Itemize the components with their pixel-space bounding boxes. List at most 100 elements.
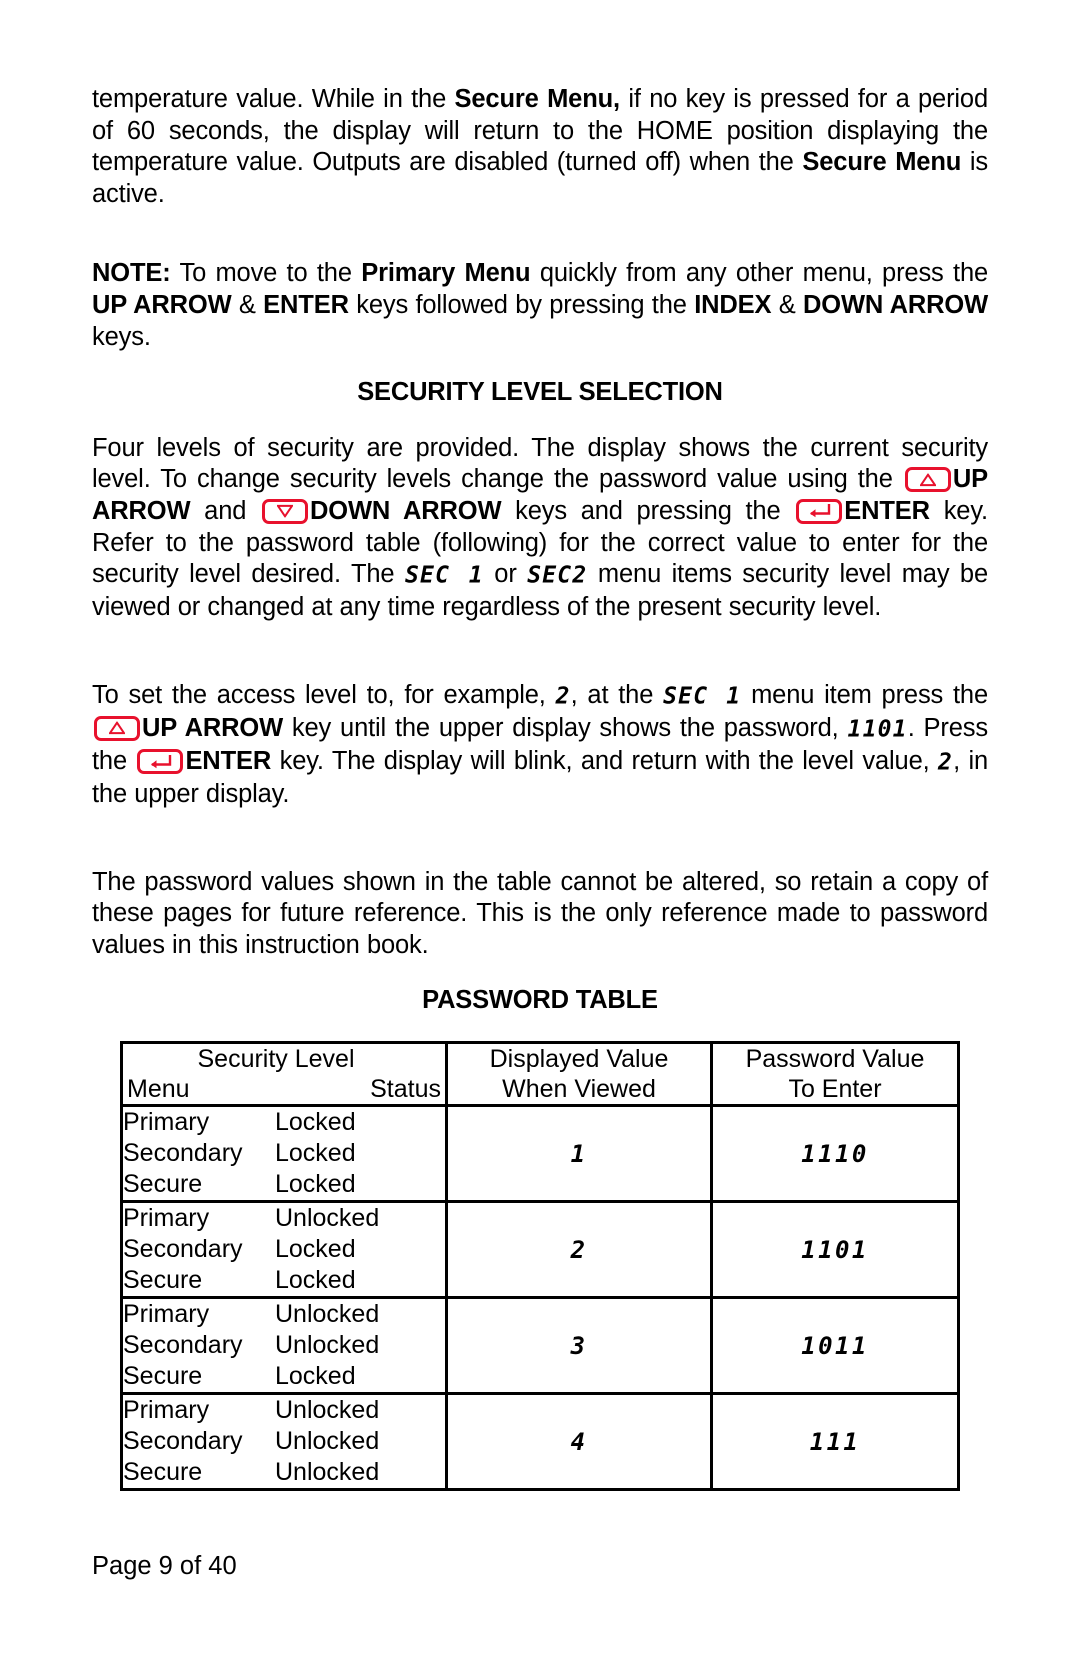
cell-displayed-value: 1 xyxy=(445,1104,713,1204)
table-row: Primary Locked Secondary Locked Secure L… xyxy=(120,1104,960,1204)
status-secure: Unlocked xyxy=(275,1458,380,1487)
header-displayed-value-line1: Displayed Value xyxy=(489,1045,669,1074)
status-row-primary: Primary Locked xyxy=(123,1107,445,1138)
paragraph-security-intro: Four levels of security are provided. Th… xyxy=(92,433,988,624)
password-table-body: Primary Locked Secondary Locked Secure L… xyxy=(120,1104,960,1492)
password-table-head: Security Level Menu Status Displayed Val… xyxy=(120,1041,960,1108)
segment-displayed-value: 4 xyxy=(570,1427,588,1456)
access-level-text-1: To set the access level to, for example, xyxy=(92,680,556,709)
segment-displayed-value: 3 xyxy=(570,1331,588,1360)
note-text-3: & xyxy=(231,290,264,319)
header-password-value-line1: Password Value xyxy=(745,1045,925,1074)
segment-displayed-value: 1 xyxy=(570,1139,588,1168)
segment-value-result-level: 2 xyxy=(938,749,954,776)
note-text-2: quickly from any other menu, press the xyxy=(530,259,989,288)
menu-label-primary: Primary xyxy=(123,1108,210,1137)
note-bold-enter: ENTER xyxy=(263,290,349,319)
status-primary: Locked xyxy=(275,1108,356,1137)
table-row: Primary Unlocked Secondary Locked Secure… xyxy=(120,1200,960,1300)
note-bold-up-arrow: UP ARROW xyxy=(92,290,232,319)
note-bold-index: INDEX xyxy=(694,290,772,319)
access-level-text-2: , at the xyxy=(570,680,664,709)
cell-password-value: 1110 xyxy=(710,1104,960,1204)
paragraph-retain-copy: The password values shown in the table c… xyxy=(92,867,988,959)
note-bold-down-arrow: DOWN ARROW xyxy=(803,290,988,319)
status-row-secure: Secure Locked xyxy=(123,1361,445,1392)
enter-key-icon xyxy=(796,498,843,524)
status-secondary: Unlocked xyxy=(275,1427,380,1456)
segment-password-value: 1011 xyxy=(801,1331,869,1360)
cell-password-value: 1011 xyxy=(710,1296,960,1396)
segment-value-password-1101: 1101 xyxy=(847,716,908,743)
header-security-level-subrow: Menu Status xyxy=(123,1074,445,1104)
menu-label-secure: Secure xyxy=(123,1266,203,1295)
cell-displayed-value: 3 xyxy=(445,1296,713,1396)
note-text-4: keys followed by pressing the xyxy=(348,290,695,319)
down-arrow-key-icon xyxy=(262,498,309,524)
menu-label-secondary: Secondary xyxy=(123,1427,243,1456)
security-intro-bold-down-arrow: DOWN ARROW xyxy=(310,496,502,525)
menu-label-primary: Primary xyxy=(123,1396,210,1425)
status-row-secure: Secure Unlocked xyxy=(123,1457,445,1488)
cell-password-value: 111 xyxy=(710,1392,960,1492)
note-text-5: & xyxy=(771,290,804,319)
security-intro-text-1: Four levels of security are provided. Th… xyxy=(92,433,988,494)
security-intro-text-3: keys and pressing the xyxy=(501,496,795,525)
status-row-secure: Secure Locked xyxy=(123,1169,445,1200)
note-text-1: To move to the xyxy=(170,259,362,288)
status-row-secondary: Secondary Locked xyxy=(123,1138,445,1169)
status-row-secondary: Secondary Unlocked xyxy=(123,1330,445,1361)
header-status-label: Status xyxy=(370,1075,441,1104)
segment-value-sec2: SEC2 xyxy=(527,562,588,589)
cell-security-status: Primary Unlocked Secondary Unlocked Secu… xyxy=(120,1392,448,1492)
note-label: NOTE: xyxy=(92,259,171,288)
cell-security-status: Primary Unlocked Secondary Unlocked Secu… xyxy=(120,1296,448,1396)
segment-value-sec1: SEC 1 xyxy=(404,562,484,589)
enter-key-icon xyxy=(137,749,184,774)
header-cell-security-level: Security Level Menu Status xyxy=(120,1041,448,1108)
access-level-bold-enter: ENTER xyxy=(185,747,272,775)
heading-security-level-selection: SECURITY LEVEL SELECTION xyxy=(357,378,723,407)
status-primary: Unlocked xyxy=(275,1300,380,1329)
security-intro-text-5: or xyxy=(483,560,528,589)
status-row-secondary: Secondary Locked xyxy=(123,1234,445,1265)
status-secure: Locked xyxy=(275,1170,356,1199)
menu-label-primary: Primary xyxy=(123,1204,210,1233)
menu-label-secure: Secure xyxy=(123,1170,203,1199)
access-level-text-6: key. The display will blink, and return … xyxy=(271,747,938,775)
menu-label-secondary: Secondary xyxy=(123,1139,243,1168)
cell-security-status: Primary Locked Secondary Locked Secure L… xyxy=(120,1104,448,1204)
access-level-text-3: menu item press the xyxy=(741,680,988,709)
menu-label-primary: Primary xyxy=(123,1300,210,1329)
status-row-secondary: Secondary Unlocked xyxy=(123,1426,445,1457)
segment-password-value: 1101 xyxy=(801,1235,869,1264)
cell-password-value: 1101 xyxy=(710,1200,960,1300)
access-level-text-4: key until the upper display shows the pa… xyxy=(283,713,848,742)
secure-menu-text-1: temperature value. While in the xyxy=(92,85,455,113)
secure-menu-bold-2: Secure Menu xyxy=(802,148,962,177)
table-row: Primary Unlocked Secondary Unlocked Secu… xyxy=(120,1392,960,1492)
table-header-row: Security Level Menu Status Displayed Val… xyxy=(120,1041,960,1108)
header-displayed-value-line2: When Viewed xyxy=(502,1075,656,1104)
status-row-primary: Primary Unlocked xyxy=(123,1299,445,1330)
segment-displayed-value: 2 xyxy=(570,1235,588,1264)
status-secondary: Locked xyxy=(275,1235,356,1264)
paragraph-access-level: To set the access level to, for example,… xyxy=(92,680,988,811)
header-cell-password-value: Password Value To Enter xyxy=(710,1041,960,1108)
header-menu-label: Menu xyxy=(127,1075,190,1104)
heading-password-table: PASSWORD TABLE xyxy=(422,986,658,1015)
password-table: Security Level Menu Status Displayed Val… xyxy=(120,1041,960,1492)
status-row-primary: Primary Unlocked xyxy=(123,1203,445,1234)
segment-password-value: 1110 xyxy=(801,1139,869,1168)
page-footer: Page 9 of 40 xyxy=(92,1552,237,1580)
status-secure: Locked xyxy=(275,1362,356,1391)
table-row: Primary Unlocked Secondary Unlocked Secu… xyxy=(120,1296,960,1396)
segment-value-example-level: 2 xyxy=(555,683,571,710)
segment-password-value: 111 xyxy=(809,1427,861,1456)
up-arrow-key-icon xyxy=(94,715,140,741)
